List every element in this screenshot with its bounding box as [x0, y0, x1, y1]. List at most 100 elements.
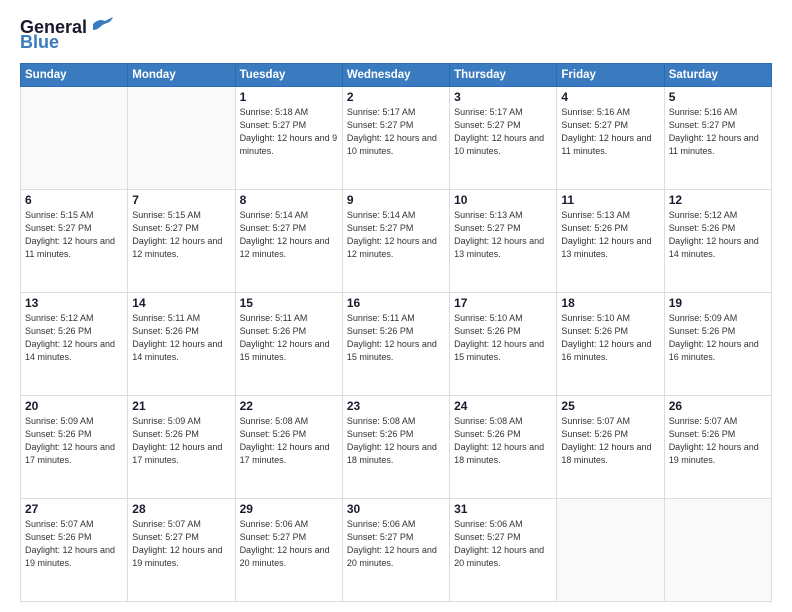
calendar-week-2: 6 Sunrise: 5:15 AMSunset: 5:27 PMDaylight…: [21, 190, 772, 293]
calendar-cell: 19 Sunrise: 5:09 AMSunset: 5:26 PMDayligh…: [664, 293, 771, 396]
day-number: 22: [240, 399, 338, 413]
calendar-cell: [128, 87, 235, 190]
weekday-header-monday: Monday: [128, 64, 235, 87]
calendar-cell: 15 Sunrise: 5:11 AMSunset: 5:26 PMDayligh…: [235, 293, 342, 396]
day-number: 10: [454, 193, 552, 207]
calendar-cell: 31 Sunrise: 5:06 AMSunset: 5:27 PMDayligh…: [450, 499, 557, 602]
day-detail: Sunrise: 5:06 AMSunset: 5:27 PMDaylight:…: [454, 518, 552, 570]
day-number: 8: [240, 193, 338, 207]
calendar-cell: 25 Sunrise: 5:07 AMSunset: 5:26 PMDayligh…: [557, 396, 664, 499]
day-number: 2: [347, 90, 445, 104]
day-number: 11: [561, 193, 659, 207]
day-number: 17: [454, 296, 552, 310]
calendar-week-4: 20 Sunrise: 5:09 AMSunset: 5:26 PMDayligh…: [21, 396, 772, 499]
calendar-cell: 23Sunrise: 5:08 AMSunset: 5:26 PMDayligh…: [342, 396, 449, 499]
day-number: 5: [669, 90, 767, 104]
day-number: 13: [25, 296, 123, 310]
calendar-cell: 8 Sunrise: 5:14 AMSunset: 5:27 PMDaylight…: [235, 190, 342, 293]
calendar-cell: 21 Sunrise: 5:09 AMSunset: 5:26 PMDayligh…: [128, 396, 235, 499]
day-detail: Sunrise: 5:12 AMSunset: 5:26 PMDaylight:…: [25, 312, 123, 364]
day-number: 25: [561, 399, 659, 413]
weekday-header-wednesday: Wednesday: [342, 64, 449, 87]
day-detail: Sunrise: 5:18 AMSunset: 5:27 PMDaylight:…: [240, 106, 338, 158]
calendar-cell: [21, 87, 128, 190]
day-detail: Sunrise: 5:08 AMSunset: 5:26 PMDaylight:…: [240, 415, 338, 467]
day-detail: Sunrise: 5:10 AMSunset: 5:26 PMDaylight:…: [454, 312, 552, 364]
day-number: 14: [132, 296, 230, 310]
calendar-table: SundayMondayTuesdayWednesdayThursdayFrid…: [20, 63, 772, 602]
calendar-cell: 29 Sunrise: 5:06 AMSunset: 5:27 PMDayligh…: [235, 499, 342, 602]
day-detail: Sunrise: 5:14 AMSunset: 5:27 PMDaylight:…: [240, 209, 338, 261]
day-detail: Sunrise: 5:09 AMSunset: 5:26 PMDaylight:…: [669, 312, 767, 364]
day-number: 9: [347, 193, 445, 207]
calendar-cell: 30 Sunrise: 5:06 AMSunset: 5:27 PMDayligh…: [342, 499, 449, 602]
calendar-cell: 13 Sunrise: 5:12 AMSunset: 5:26 PMDayligh…: [21, 293, 128, 396]
calendar-week-1: 1Sunrise: 5:18 AMSunset: 5:27 PMDaylight…: [21, 87, 772, 190]
day-detail: Sunrise: 5:08 AMSunset: 5:26 PMDaylight:…: [347, 415, 445, 467]
day-number: 4: [561, 90, 659, 104]
calendar-cell: 10Sunrise: 5:13 AMSunset: 5:27 PMDayligh…: [450, 190, 557, 293]
header: General Blue: [20, 18, 772, 53]
day-detail: Sunrise: 5:11 AMSunset: 5:26 PMDaylight:…: [132, 312, 230, 364]
logo-blue: Blue: [20, 32, 59, 53]
day-number: 24: [454, 399, 552, 413]
calendar-cell: 3Sunrise: 5:17 AMSunset: 5:27 PMDaylight…: [450, 87, 557, 190]
calendar-cell: 14 Sunrise: 5:11 AMSunset: 5:26 PMDayligh…: [128, 293, 235, 396]
day-detail: Sunrise: 5:07 AMSunset: 5:26 PMDaylight:…: [25, 518, 123, 570]
calendar-cell: 5 Sunrise: 5:16 AMSunset: 5:27 PMDaylight…: [664, 87, 771, 190]
calendar-cell: 7 Sunrise: 5:15 AMSunset: 5:27 PMDaylight…: [128, 190, 235, 293]
day-detail: Sunrise: 5:15 AMSunset: 5:27 PMDaylight:…: [25, 209, 123, 261]
calendar-cell: 20 Sunrise: 5:09 AMSunset: 5:26 PMDayligh…: [21, 396, 128, 499]
day-detail: Sunrise: 5:16 AMSunset: 5:27 PMDaylight:…: [561, 106, 659, 158]
calendar-cell: 6 Sunrise: 5:15 AMSunset: 5:27 PMDaylight…: [21, 190, 128, 293]
day-number: 30: [347, 502, 445, 516]
calendar-cell: [664, 499, 771, 602]
calendar-week-3: 13 Sunrise: 5:12 AMSunset: 5:26 PMDayligh…: [21, 293, 772, 396]
calendar-cell: 18Sunrise: 5:10 AMSunset: 5:26 PMDayligh…: [557, 293, 664, 396]
day-detail: Sunrise: 5:09 AMSunset: 5:26 PMDaylight:…: [25, 415, 123, 467]
day-number: 20: [25, 399, 123, 413]
day-number: 7: [132, 193, 230, 207]
day-detail: Sunrise: 5:08 AMSunset: 5:26 PMDaylight:…: [454, 415, 552, 467]
day-number: 15: [240, 296, 338, 310]
day-number: 29: [240, 502, 338, 516]
logo: General Blue: [20, 18, 113, 53]
day-number: 19: [669, 296, 767, 310]
day-number: 28: [132, 502, 230, 516]
day-detail: Sunrise: 5:13 AMSunset: 5:26 PMDaylight:…: [561, 209, 659, 261]
calendar-cell: 11 Sunrise: 5:13 AMSunset: 5:26 PMDayligh…: [557, 190, 664, 293]
logo-bird-icon: [91, 16, 113, 32]
day-detail: Sunrise: 5:11 AMSunset: 5:26 PMDaylight:…: [347, 312, 445, 364]
day-detail: Sunrise: 5:09 AMSunset: 5:26 PMDaylight:…: [132, 415, 230, 467]
weekday-header-thursday: Thursday: [450, 64, 557, 87]
day-detail: Sunrise: 5:07 AMSunset: 5:26 PMDaylight:…: [669, 415, 767, 467]
day-detail: Sunrise: 5:10 AMSunset: 5:26 PMDaylight:…: [561, 312, 659, 364]
weekday-header-tuesday: Tuesday: [235, 64, 342, 87]
day-detail: Sunrise: 5:11 AMSunset: 5:26 PMDaylight:…: [240, 312, 338, 364]
day-number: 3: [454, 90, 552, 104]
day-detail: Sunrise: 5:12 AMSunset: 5:26 PMDaylight:…: [669, 209, 767, 261]
day-number: 31: [454, 502, 552, 516]
calendar-cell: 9Sunrise: 5:14 AMSunset: 5:27 PMDaylight…: [342, 190, 449, 293]
day-detail: Sunrise: 5:16 AMSunset: 5:27 PMDaylight:…: [669, 106, 767, 158]
day-detail: Sunrise: 5:07 AMSunset: 5:26 PMDaylight:…: [561, 415, 659, 467]
day-number: 6: [25, 193, 123, 207]
calendar-cell: 12 Sunrise: 5:12 AMSunset: 5:26 PMDayligh…: [664, 190, 771, 293]
calendar-cell: 1Sunrise: 5:18 AMSunset: 5:27 PMDaylight…: [235, 87, 342, 190]
day-detail: Sunrise: 5:15 AMSunset: 5:27 PMDaylight:…: [132, 209, 230, 261]
day-number: 16: [347, 296, 445, 310]
weekday-header-saturday: Saturday: [664, 64, 771, 87]
day-number: 21: [132, 399, 230, 413]
calendar-cell: 28 Sunrise: 5:07 AMSunset: 5:27 PMDayligh…: [128, 499, 235, 602]
day-detail: Sunrise: 5:17 AMSunset: 5:27 PMDaylight:…: [347, 106, 445, 158]
day-detail: Sunrise: 5:06 AMSunset: 5:27 PMDaylight:…: [240, 518, 338, 570]
day-number: 27: [25, 502, 123, 516]
day-detail: Sunrise: 5:06 AMSunset: 5:27 PMDaylight:…: [347, 518, 445, 570]
calendar-cell: 4 Sunrise: 5:16 AMSunset: 5:27 PMDaylight…: [557, 87, 664, 190]
calendar-header-row: SundayMondayTuesdayWednesdayThursdayFrid…: [21, 64, 772, 87]
calendar-cell: [557, 499, 664, 602]
day-number: 12: [669, 193, 767, 207]
calendar-cell: 24 Sunrise: 5:08 AMSunset: 5:26 PMDayligh…: [450, 396, 557, 499]
day-detail: Sunrise: 5:07 AMSunset: 5:27 PMDaylight:…: [132, 518, 230, 570]
calendar-cell: 2 Sunrise: 5:17 AMSunset: 5:27 PMDaylight…: [342, 87, 449, 190]
